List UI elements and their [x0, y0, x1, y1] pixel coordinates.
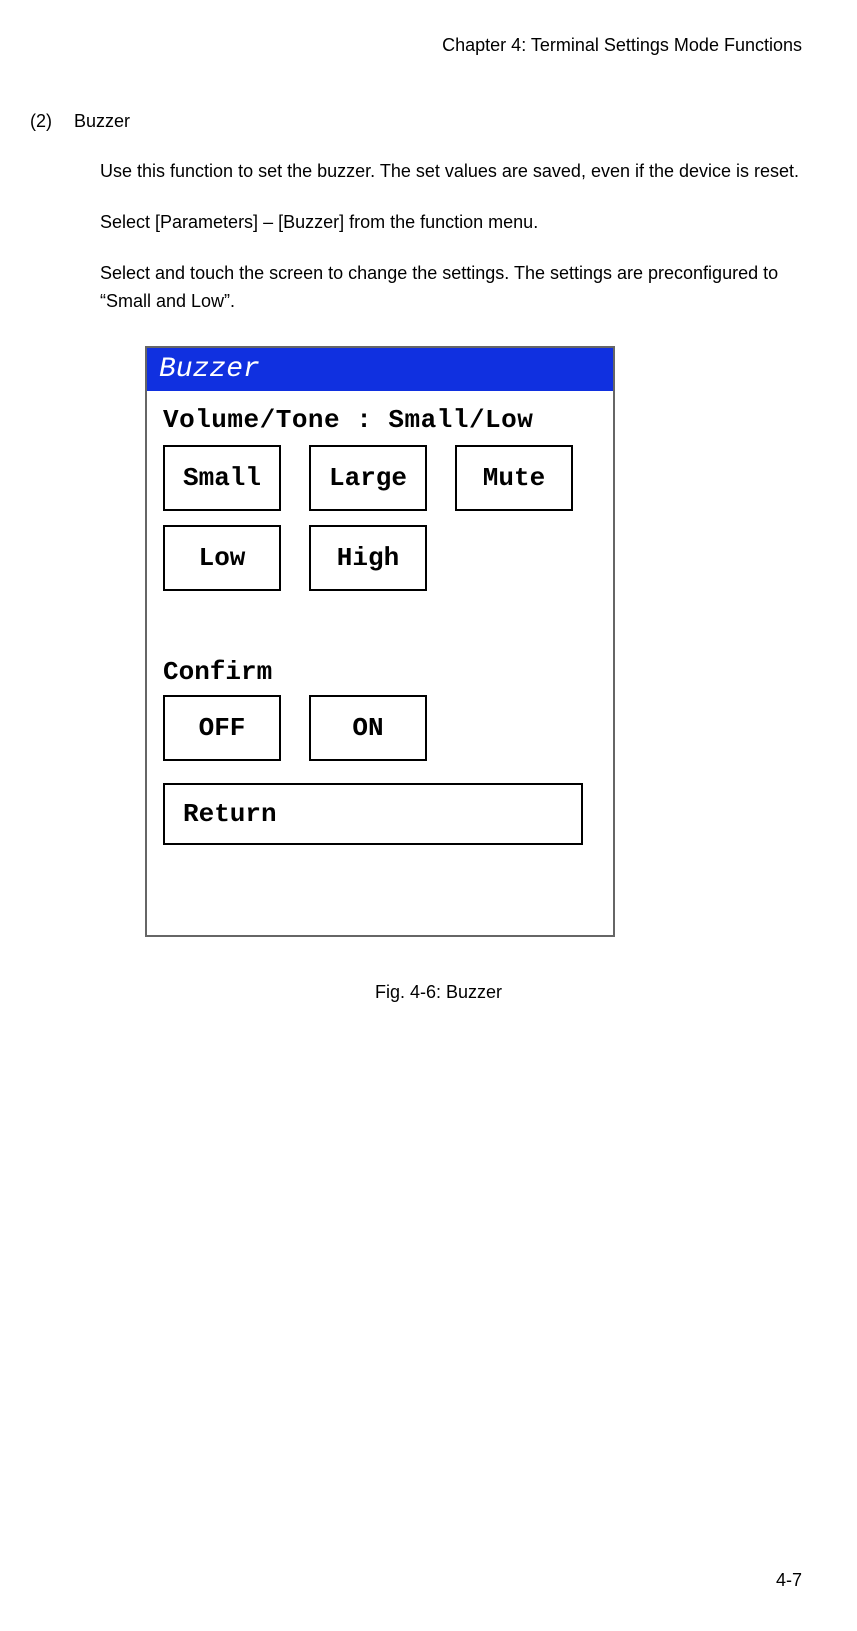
confirm-on-button[interactable]: ON — [309, 695, 427, 761]
volume-tone-status: Volume/Tone : Small/Low — [163, 405, 597, 435]
chapter-header: Chapter 4: Terminal Settings Mode Functi… — [30, 35, 802, 56]
figure-caption: Fig. 4-6: Buzzer — [75, 982, 802, 1003]
small-button[interactable]: Small — [163, 445, 281, 511]
low-button[interactable]: Low — [163, 525, 281, 591]
large-button[interactable]: Large — [309, 445, 427, 511]
panel-title: Buzzer — [147, 348, 613, 391]
confirm-label: Confirm — [163, 657, 597, 687]
paragraph-1: Use this function to set the buzzer. The… — [100, 157, 802, 186]
section-title: Buzzer — [74, 111, 130, 132]
high-button[interactable]: High — [309, 525, 427, 591]
confirm-off-button[interactable]: OFF — [163, 695, 281, 761]
return-button[interactable]: Return — [163, 783, 583, 845]
buzzer-screenshot: Buzzer Volume/Tone : Small/Low Small Lar… — [145, 346, 615, 937]
paragraph-3: Select and touch the screen to change th… — [100, 259, 802, 317]
section-number: (2) — [30, 111, 52, 132]
page-number: 4-7 — [776, 1570, 802, 1591]
mute-button[interactable]: Mute — [455, 445, 573, 511]
paragraph-2: Select [Parameters] – [Buzzer] from the … — [100, 208, 802, 237]
